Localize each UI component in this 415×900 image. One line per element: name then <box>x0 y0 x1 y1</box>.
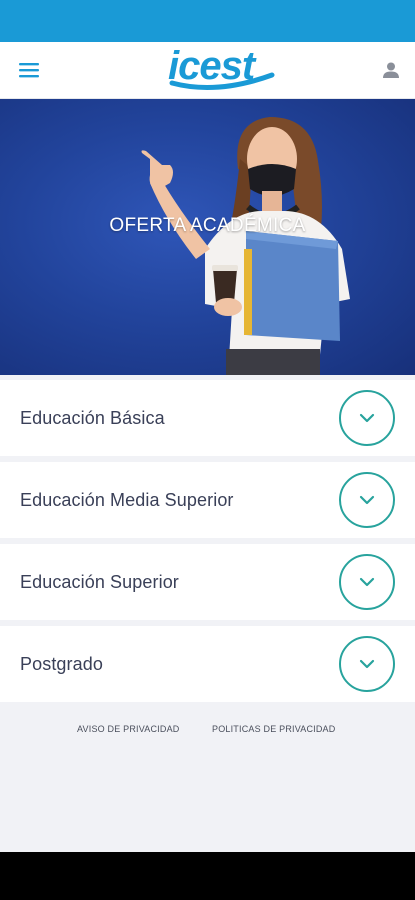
privacy-policies-link[interactable]: POLITICAS DE PRIVACIDAD <box>212 724 335 734</box>
accordion-label: Educación Media Superior <box>20 490 234 510</box>
accordion-postgrado[interactable]: Postgrado <box>0 626 415 702</box>
expand-button[interactable] <box>339 636 395 692</box>
expand-button[interactable] <box>339 554 395 610</box>
chevron-down-icon <box>359 495 375 505</box>
hero-title: OFERTA ACADÉMICA <box>109 215 306 236</box>
chevron-down-icon <box>359 577 375 587</box>
hamburger-menu-icon <box>19 63 39 78</box>
student-photo <box>141 117 350 375</box>
accordion-label: Educación Superior <box>20 572 179 592</box>
accordion-label: Educación Básica <box>20 408 165 428</box>
hero-banner: OFERTA ACADÉMICA <box>0 99 415 375</box>
accordion-educacion-media-superior[interactable]: Educación Media Superior <box>0 462 415 538</box>
system-navigation-bar <box>0 852 415 900</box>
icest-logo: icest <box>168 45 275 90</box>
app-header: icest <box>0 42 415 99</box>
accordion-label: Postgrado <box>20 654 103 674</box>
expand-button[interactable] <box>339 390 395 446</box>
logo-text: icest <box>168 45 257 88</box>
user-account-button[interactable] <box>376 56 406 84</box>
privacy-notice-link[interactable]: AVISO DE PRIVACIDAD <box>77 724 180 734</box>
user-icon <box>383 62 399 78</box>
accordion-educacion-superior[interactable]: Educación Superior <box>0 544 415 620</box>
expand-button[interactable] <box>339 472 395 528</box>
footer-links: AVISO DE PRIVACIDAD POLITICAS DE PRIVACI… <box>0 724 415 744</box>
status-bar <box>0 0 415 42</box>
chevron-down-icon <box>359 413 375 423</box>
chevron-down-icon <box>359 659 375 669</box>
accordion-educacion-basica[interactable]: Educación Básica <box>0 380 415 456</box>
menu-button[interactable] <box>12 56 46 84</box>
